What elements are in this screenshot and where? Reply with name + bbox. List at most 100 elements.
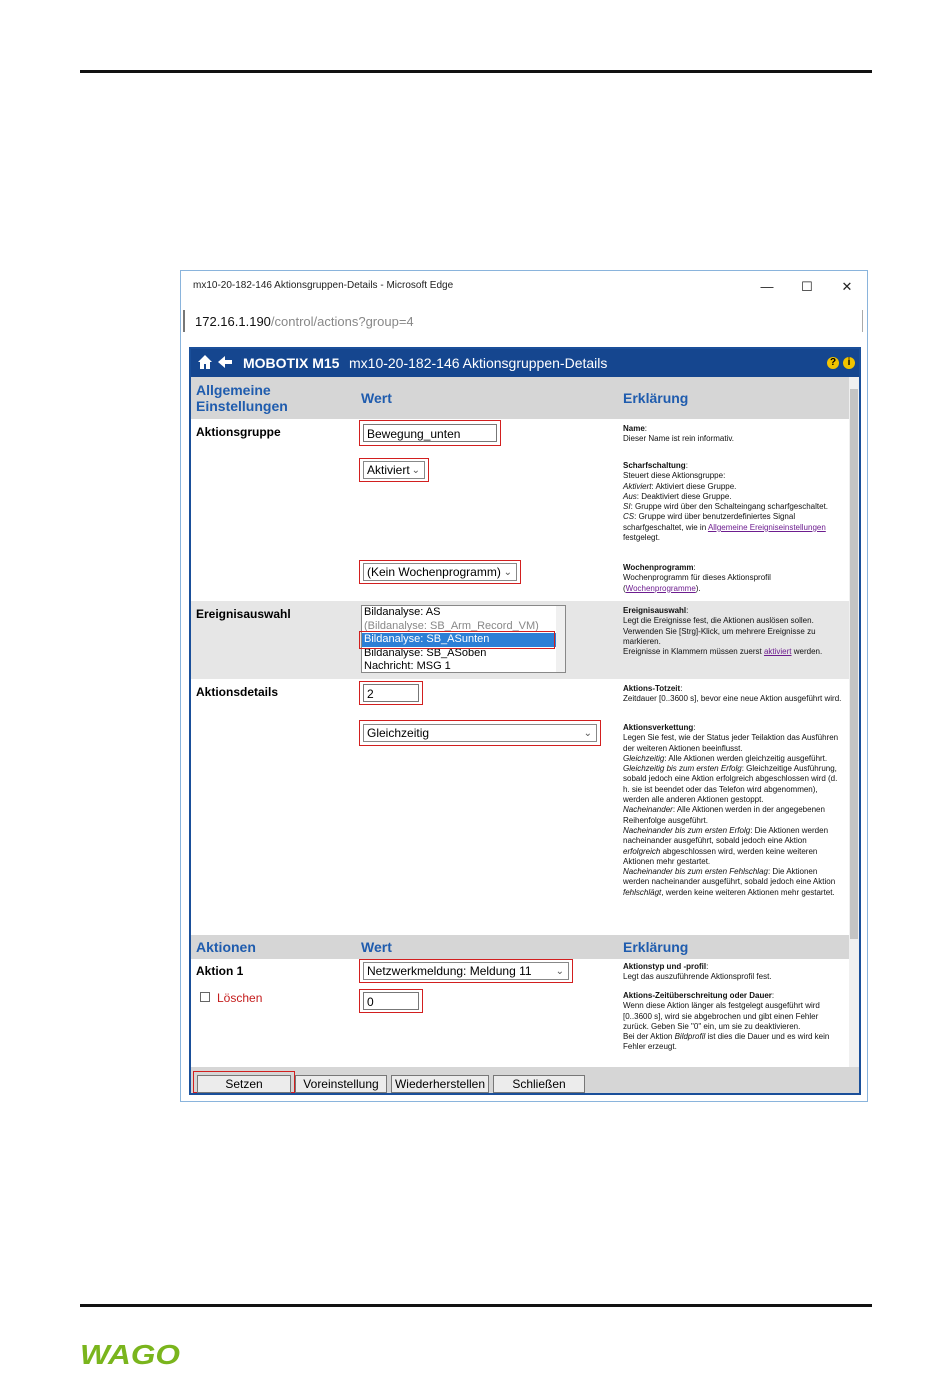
brand-name: MOBOTIX M15	[243, 355, 340, 371]
schedule-select-value: (Kein Wochenprogramm)	[367, 565, 501, 579]
row-aktionsdetails: Aktionsdetails 2 Gleichzeitig ⌄ Aktions-T…	[191, 679, 849, 935]
expl-timeout-text2: Bei der Aktion	[623, 1032, 675, 1042]
address-bar[interactable]: 172.16.1.190/control/actions?group=4	[183, 307, 865, 337]
expl-chaining-mode: Nacheinander bis zum ersten Erfolg	[623, 825, 751, 835]
delete-checkbox[interactable]	[200, 992, 210, 1002]
expl-arming-intro: Steuert diese Aktionsgruppe:	[623, 471, 726, 481]
browser-window: mx10-20-182-146 Aktionsgruppen-Details -…	[180, 270, 868, 1102]
section-general-header: Allgemeine Einstellungen Wert Erklärung	[191, 377, 849, 419]
wago-logo: WAGO	[80, 1340, 180, 1368]
expl-arming-text: : Aktiviert diese Gruppe.	[651, 481, 737, 491]
col-general-settings: Allgemeine Einstellungen	[196, 382, 288, 414]
row-ereignisauswahl: Ereignisauswahl Bildanalyse: AS (Bildana…	[191, 601, 849, 679]
address-bar-edge	[183, 310, 185, 332]
chaining-select[interactable]: Gleichzeitig ⌄	[363, 724, 597, 742]
expl-chaining-em: fehlschlägt	[623, 887, 662, 897]
expl-chaining-mode: Gleichzeitig bis zum ersten Erfolg	[623, 764, 742, 774]
top-rule	[80, 70, 872, 73]
expl-timeout-title: Aktions-Zeitüberschreitung oder Dauer	[623, 991, 772, 1000]
col-explanation: Erklärung	[623, 939, 689, 955]
aktion-1-label: Aktion 1	[196, 964, 244, 978]
explanation-schedule: Wochenprogramm: Wochenprogramm für dieses…	[623, 563, 771, 593]
expl-event-text2: Ereignisse in Klammern müssen zuerst	[623, 647, 764, 657]
info-icon[interactable]: i	[843, 357, 855, 369]
col-explanation: Erklärung	[623, 390, 689, 406]
expl-chaining-text: , werden keine weiteren Aktionen mehr ge…	[661, 887, 835, 897]
window-titlebar: mx10-20-182-146 Aktionsgruppen-Details -…	[181, 271, 867, 301]
col-value: Wert	[361, 390, 392, 406]
expl-actiontype-text: Legt das auszuführende Aktionsprofil fes…	[623, 972, 772, 982]
minimize-button[interactable]: —	[747, 276, 787, 298]
ereignis-label: Ereignisauswahl	[196, 607, 291, 621]
close-button[interactable]: Schließen	[493, 1075, 585, 1093]
expl-name-text: Dieser Name ist rein informativ.	[623, 434, 734, 444]
svg-text:WAGO: WAGO	[80, 1340, 180, 1368]
explanation-arming: Scharfschaltung: Steuert diese Aktionsgr…	[623, 461, 829, 543]
expl-name-title: Name	[623, 424, 645, 433]
mobotix-app: MOBOTIX M15 mx10-20-182-146 Aktionsgrupp…	[189, 347, 861, 1095]
link-activated[interactable]: aktiviert	[764, 647, 792, 656]
arming-select-value: Aktiviert	[367, 463, 410, 477]
expl-event-text: Legt die Ereignisse fest, die Aktionen a…	[623, 616, 816, 646]
col-value: Wert	[361, 939, 392, 955]
explanation-chaining: Aktionsverkettung: Legen Sie fest, wie d…	[623, 723, 839, 897]
timeout-input[interactable]: 0	[363, 992, 419, 1010]
row-aktionsgruppe: Aktionsgruppe Bewegung_unten Aktiviert ⌄ …	[191, 419, 849, 601]
restore-button[interactable]: Wiederherstellen	[391, 1075, 489, 1093]
window-title: mx10-20-182-146 Aktionsgruppen-Details -…	[193, 280, 454, 291]
url-text[interactable]: 172.16.1.190/control/actions?group=4	[195, 314, 414, 329]
expl-arming-text: : Gruppe wird über den Schalteingang sch…	[630, 502, 829, 512]
expl-chaining-em: erfolgreich	[623, 846, 661, 856]
page-scrollbar[interactable]	[849, 377, 859, 1067]
explanation-action-type: Aktionstyp und -profil: Legt das auszufüh…	[623, 962, 772, 982]
link-weekly-schedules[interactable]: Wochenprogramme	[626, 584, 696, 593]
expl-schedule-text: Wochenprogramm für dieses Aktionsprofil	[623, 573, 771, 583]
url-path: /control/actions?group=4	[270, 314, 414, 329]
close-window-button[interactable]: ✕	[827, 276, 867, 298]
chevron-down-icon: ⌄	[503, 567, 512, 578]
app-header: MOBOTIX M15 mx10-20-182-146 Aktionsgrupp…	[191, 349, 859, 377]
list-item[interactable]: Nachricht: MSG 1	[362, 660, 565, 672]
set-button[interactable]: Setzen	[197, 1075, 291, 1093]
page-title: mx10-20-182-146 Aktionsgruppen-Details	[349, 355, 608, 371]
home-icon[interactable]	[197, 354, 213, 370]
action-type-select[interactable]: Netzwerkmeldung: Meldung 11 ⌄	[363, 962, 569, 980]
listbox-scrollbar[interactable]	[556, 606, 565, 672]
address-bar-edge-right	[862, 310, 863, 332]
expl-deadtime-text: Zeitdauer [0..3600 s], bevor eine neue A…	[623, 694, 842, 704]
expl-chaining-mode: Nacheinander	[623, 805, 673, 815]
expl-chaining-intro: Legen Sie fest, wie der Status jeder Tei…	[623, 733, 839, 753]
deadtime-input[interactable]: 2	[363, 684, 419, 702]
bottom-rule	[80, 1304, 872, 1307]
expl-arming-mode: CS	[623, 512, 635, 522]
chevron-down-icon: ⌄	[555, 966, 564, 977]
back-arrow-icon[interactable]	[217, 354, 233, 370]
explanation-deadtime: Aktions-Totzeit: Zeitdauer [0..3600 s], b…	[623, 684, 842, 704]
expl-timeout-text: Wenn diese Aktion länger als festgelegt …	[623, 1001, 820, 1031]
expl-arming-mode: Aus	[623, 491, 637, 501]
group-name-input[interactable]: Bewegung_unten	[363, 424, 497, 442]
expl-schedule-title: Wochenprogramm	[623, 563, 694, 572]
chevron-down-icon: ⌄	[411, 465, 420, 476]
help-icon[interactable]: ?	[827, 357, 839, 369]
expl-arming-mode: Aktiviert	[623, 481, 652, 491]
arming-select[interactable]: Aktiviert ⌄	[363, 461, 425, 479]
explanation-timeout: Aktions-Zeitüberschreitung oder Dauer: We…	[623, 991, 830, 1052]
url-host: 172.16.1.190	[195, 314, 271, 329]
expl-arming-mode: SI	[623, 502, 631, 512]
expl-arming-text: : Deaktiviert diese Gruppe.	[636, 491, 732, 501]
expl-event-title: Ereignisauswahl	[623, 606, 687, 615]
expl-deadtime-title: Aktions-Totzeit	[623, 684, 681, 693]
row-aktion-1: Aktion 1 Löschen Netzwerkmeldung: Meldun…	[191, 959, 849, 1067]
default-button[interactable]: Voreinstellung	[295, 1075, 387, 1093]
section-actions-header: Aktionen Wert Erklärung	[191, 935, 849, 959]
expl-event-text3: werden.	[791, 647, 823, 657]
expl-arming-end: festgelegt.	[623, 533, 660, 543]
scroll-thumb[interactable]	[850, 389, 858, 939]
explanation-name: Name: Dieser Name ist rein informativ.	[623, 424, 734, 444]
link-general-event-settings[interactable]: Allgemeine Ereigniseinstellungen	[708, 523, 826, 532]
schedule-select[interactable]: (Kein Wochenprogramm) ⌄	[363, 563, 517, 581]
highlight-frame	[359, 631, 555, 649]
list-item[interactable]: Bildanalyse: AS	[362, 606, 565, 620]
maximize-button[interactable]: ☐	[787, 276, 827, 298]
